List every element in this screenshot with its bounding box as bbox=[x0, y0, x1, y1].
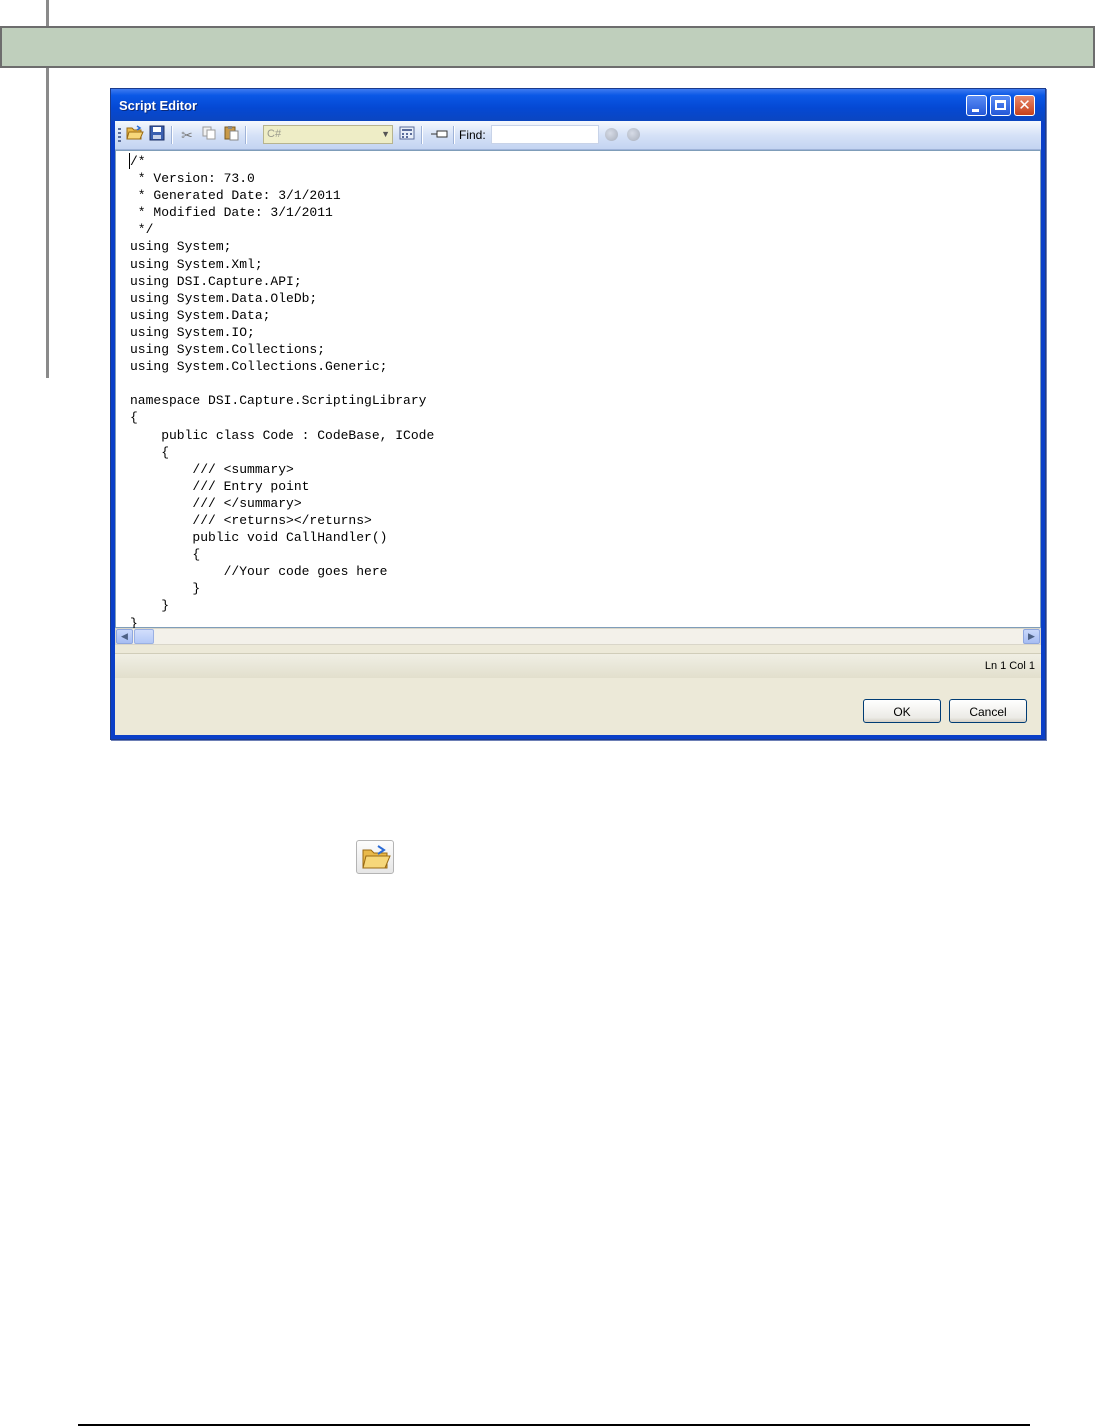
find-previous-icon[interactable] bbox=[605, 128, 618, 141]
code-editor[interactable]: /* * Version: 73.0 * Generated Date: 3/1… bbox=[115, 150, 1041, 631]
close-icon: ✕ bbox=[1018, 96, 1031, 114]
scrollbar-thumb[interactable] bbox=[134, 629, 154, 644]
script-editor-window: Script Editor ✕ ✂ C# ▼ Find: /* * Versio… bbox=[110, 88, 1046, 740]
language-select[interactable]: C# ▼ bbox=[263, 125, 393, 144]
scroll-right-button[interactable]: ▶ bbox=[1023, 629, 1040, 644]
language-selected-value: C# bbox=[267, 128, 282, 140]
toolbar-separator bbox=[421, 126, 423, 144]
maximize-icon bbox=[995, 100, 1006, 110]
find-input[interactable] bbox=[491, 125, 599, 144]
insert-icon[interactable] bbox=[429, 125, 449, 145]
code-text: /* * Version: 73.0 * Generated Date: 3/1… bbox=[130, 154, 435, 631]
paste-icon[interactable] bbox=[221, 125, 241, 145]
window-title: Script Editor bbox=[119, 98, 198, 113]
close-button[interactable]: ✕ bbox=[1014, 95, 1035, 116]
cursor-position: Ln 1 Col 1 bbox=[984, 660, 1035, 672]
title-bar[interactable]: Script Editor ✕ bbox=[111, 89, 1045, 121]
find-label: Find: bbox=[459, 128, 486, 142]
chevron-down-icon: ▼ bbox=[381, 129, 390, 139]
open-folder-icon[interactable] bbox=[125, 125, 145, 145]
page-footer-rule bbox=[78, 1424, 1030, 1426]
toolbar-separator bbox=[453, 126, 455, 144]
dialog-client-area: ✂ C# ▼ Find: /* * Version: 73.0 * Genera… bbox=[115, 121, 1041, 735]
toolbar-grip[interactable] bbox=[118, 128, 121, 142]
page-header-band bbox=[0, 26, 1095, 68]
status-bar: Ln 1 Col 1 bbox=[115, 653, 1041, 678]
scroll-left-button[interactable]: ◀ bbox=[116, 629, 133, 644]
minimize-button[interactable] bbox=[966, 95, 987, 116]
ok-button[interactable]: OK bbox=[863, 699, 941, 723]
cut-icon[interactable]: ✂ bbox=[177, 125, 197, 145]
maximize-button[interactable] bbox=[990, 95, 1011, 116]
save-icon[interactable] bbox=[147, 125, 167, 145]
cancel-button[interactable]: Cancel bbox=[949, 699, 1027, 723]
open-folder-icon bbox=[356, 840, 394, 874]
toolbar-separator bbox=[245, 126, 247, 144]
minimize-icon bbox=[972, 109, 979, 112]
toolbar-separator bbox=[171, 126, 173, 144]
copy-icon[interactable] bbox=[199, 125, 219, 145]
find-next-icon[interactable] bbox=[627, 128, 640, 141]
calculator-icon[interactable] bbox=[397, 125, 417, 145]
horizontal-scrollbar[interactable]: ◀ ▶ bbox=[115, 628, 1041, 645]
toolbar: ✂ C# ▼ Find: bbox=[115, 121, 1041, 150]
